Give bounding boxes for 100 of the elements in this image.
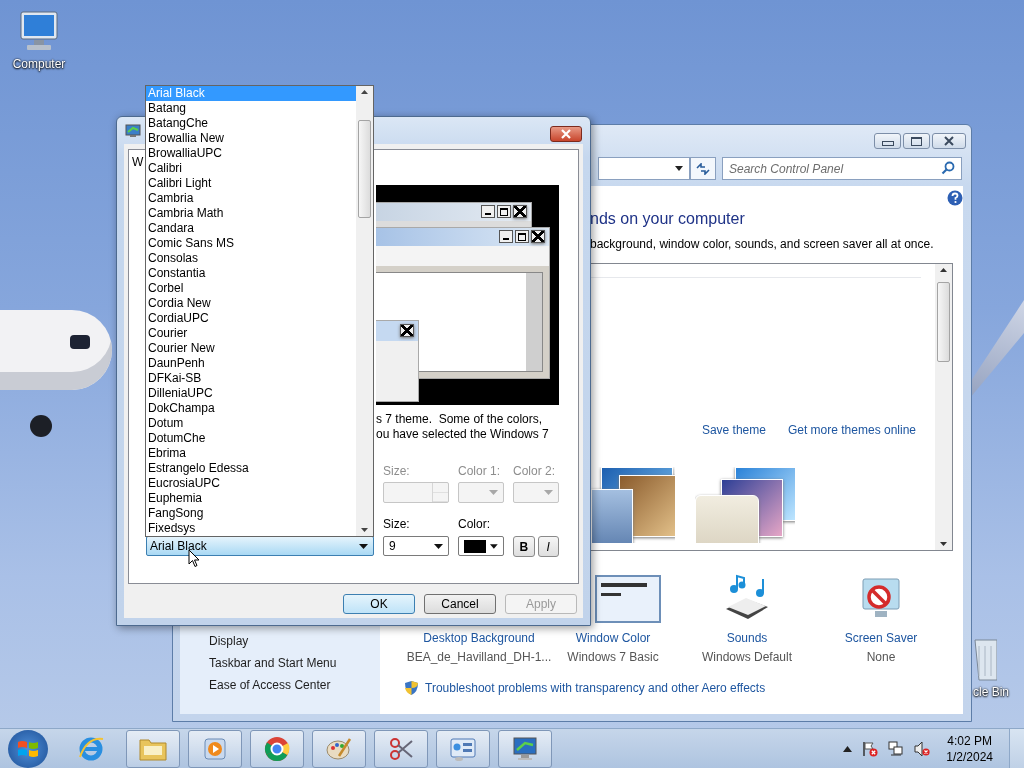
font-list-item[interactable]: EucrosiaUPC (146, 476, 356, 491)
speaker-icon[interactable] (914, 740, 931, 757)
taskbar-button[interactable] (374, 729, 428, 768)
font-list-item[interactable]: Corbel (146, 281, 356, 296)
mouse-pointer-icon (188, 549, 200, 568)
minimize-button[interactable] (874, 133, 901, 149)
description-text: s 7 theme. Some of the colors, (376, 412, 544, 427)
theme-list[interactable]: Save theme Get more themes online (590, 263, 953, 551)
setting-link[interactable]: Desktop Background (423, 631, 535, 645)
taskbar-button[interactable] (126, 729, 180, 768)
font-list-item[interactable]: DaunPenh (146, 356, 356, 371)
close-button[interactable] (550, 126, 582, 142)
setting-link[interactable]: Screen Saver (844, 631, 918, 645)
taskbar-button[interactable] (436, 729, 490, 768)
font-list-item[interactable]: Euphemia (146, 491, 356, 506)
bold-button[interactable]: B (513, 536, 535, 557)
caret-icon (675, 166, 683, 171)
font-list-item[interactable]: BrowalliaUPC (146, 146, 356, 161)
font-list-item[interactable]: Ebrima (146, 446, 356, 461)
font-list-item[interactable]: BatangChe (146, 116, 356, 131)
font-list-item[interactable]: Comic Sans MS (146, 236, 356, 251)
font-list-item[interactable]: Candara (146, 221, 356, 236)
start-button[interactable] (8, 729, 48, 768)
color-label: Color: (458, 517, 491, 531)
setting-value: BEA_de_Havilland_DH-1... (406, 650, 552, 664)
setting-value: None (866, 650, 896, 664)
scrollbar[interactable] (356, 86, 373, 536)
font-list-item[interactable]: Courier (146, 326, 356, 341)
font-list-item[interactable]: DFKai-SB (146, 371, 356, 386)
scroll-down-icon[interactable] (361, 528, 368, 532)
page-description: background, window color, sounds, and screen saver all at once. (590, 237, 935, 252)
taskbar-button[interactable] (250, 729, 304, 768)
theme-link[interactable]: Get more themes online (787, 423, 916, 437)
scissors-icon (388, 735, 414, 762)
font-list-item[interactable]: Cambria (146, 191, 356, 206)
chevron-up-icon[interactable] (843, 745, 853, 752)
caret-icon (434, 543, 443, 549)
shield-icon (404, 680, 419, 696)
color-dropdown[interactable] (513, 482, 559, 503)
scrollbar-thumb[interactable] (358, 120, 371, 218)
search-field[interactable]: Search Control Panel (722, 157, 962, 180)
color-dropdown[interactable] (458, 482, 504, 503)
font-list-item[interactable]: DilleniaUPC (146, 386, 356, 401)
font-list-item[interactable]: Constantia (146, 266, 356, 281)
scroll-down-icon[interactable] (940, 542, 947, 546)
caret-icon (544, 490, 553, 495)
color-dropdown[interactable] (458, 536, 504, 556)
scroll-up-icon[interactable] (361, 90, 368, 94)
size-label: Size: (383, 517, 411, 531)
flag-icon[interactable] (862, 740, 879, 757)
control-panel-icon (449, 735, 477, 762)
window-icon[interactable] (595, 575, 661, 623)
theme-thumbnail-drawing[interactable] (695, 467, 795, 543)
theme-link[interactable]: Save theme (701, 423, 766, 437)
font-list-item[interactable]: Courier New (146, 341, 356, 356)
caret-icon (489, 490, 498, 495)
scrollbar-thumb[interactable] (937, 282, 950, 362)
font-list-item[interactable]: Calibri Light (146, 176, 356, 191)
font-list-item[interactable]: DotumChe (146, 431, 356, 446)
refresh-icon (696, 162, 710, 175)
address-bar[interactable] (598, 157, 690, 180)
sidebar-link[interactable]: Ease of Access Center (209, 678, 380, 692)
font-list-item[interactable]: CordiaUPC (146, 311, 356, 326)
size-dropdown[interactable]: 9 (383, 536, 449, 556)
dialog-button[interactable]: OK (343, 594, 415, 614)
taskbar-button[interactable] (498, 729, 552, 768)
clock-time[interactable]: 4:02 PM (947, 732, 992, 749)
browser-icon (263, 734, 291, 763)
font-list-item[interactable]: Calibri (146, 161, 356, 176)
troubleshoot-link[interactable]: Troubleshoot problems with transparency and other Aero effects (425, 681, 766, 695)
play-icon (202, 735, 228, 762)
font-list-item[interactable]: Dotum (146, 416, 356, 431)
sidebar-link[interactable]: Taskbar and Start Menu (209, 656, 380, 670)
font-list-item[interactable]: DokChampa (146, 401, 356, 416)
help-icon[interactable] (947, 190, 963, 206)
scroll-up-icon[interactable] (940, 268, 947, 272)
setting-link[interactable]: Sounds (726, 631, 768, 645)
clock-date[interactable]: 1/2/2024 (946, 748, 993, 765)
font-list-item[interactable]: Cordia New (146, 296, 356, 311)
font-list-item[interactable]: FangSong (146, 506, 356, 521)
search-icon[interactable] (941, 161, 955, 175)
dialog-button[interactable]: Cancel (424, 594, 496, 614)
font-list-item[interactable]: Cambria Math (146, 206, 356, 221)
maximize-button[interactable] (903, 133, 930, 149)
refresh-button[interactable] (690, 157, 716, 180)
sidebar-link[interactable]: Display (209, 634, 380, 648)
italic-button[interactable]: I (537, 536, 559, 557)
theme-thumbnail-drawing[interactable] (591, 467, 675, 543)
scrollbar[interactable] (935, 264, 952, 550)
font-list-item[interactable]: Browallia New (146, 131, 356, 146)
font-list-item[interactable]: Batang (146, 101, 356, 116)
font-list-item[interactable]: Consolas (146, 251, 356, 266)
font-list[interactable] (145, 85, 374, 537)
font-list-item[interactable]: Estrangelo Edessa (146, 461, 356, 476)
network-icon[interactable] (888, 740, 905, 757)
setting-link[interactable]: Window Color (575, 631, 651, 645)
close-button[interactable] (932, 133, 966, 149)
caret-icon (359, 543, 368, 549)
font-list-item[interactable]: Fixedsys (146, 521, 356, 536)
monitor-icon (511, 734, 539, 763)
